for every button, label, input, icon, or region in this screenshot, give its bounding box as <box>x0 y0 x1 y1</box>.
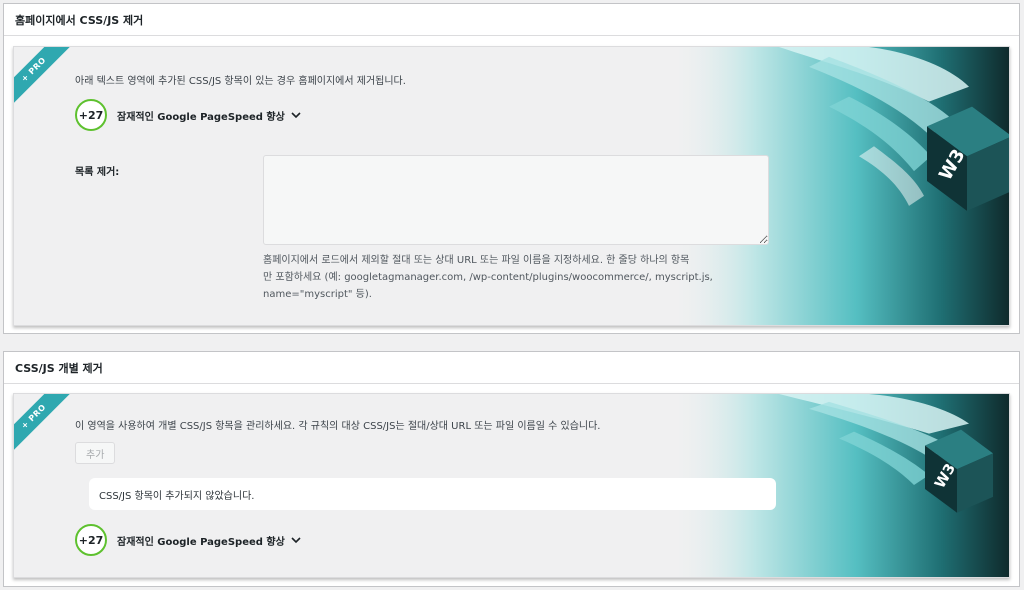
chevron-down-icon <box>291 112 301 119</box>
pro-feature-area: W3 + PRO 이 영역을 사용하여 개별 CSS/JS 항목을 관리하세요.… <box>13 393 1010 578</box>
panel-header: CSS/JS 개별 제거 <box>4 352 1019 384</box>
remove-list-textarea[interactable] <box>263 155 769 245</box>
panel-title: 홈페이지에서 CSS/JS 제거 <box>15 13 144 27</box>
pro-ribbon: + PRO <box>14 47 76 112</box>
help-text-line: 만 포함하세요 (예: googletagmanager.com, /wp-co… <box>263 272 713 283</box>
pro-feature-area: W3 + PRO 아래 텍스트 영역에 추가된 CSS/JS 항목이 있는 경우… <box>13 46 1010 326</box>
panel-header: 홈페이지에서 CSS/JS 제거 <box>4 4 1019 36</box>
remove-list-label: 목록 제거: <box>75 167 120 178</box>
chevron-down-icon <box>291 537 301 544</box>
add-button[interactable]: 추가 <box>75 442 116 464</box>
individual-cssjs-removal-panel: CSS/JS 개별 제거 W3 + PRO 이 영역을 사용하여 개별 CSS/… <box>3 351 1020 587</box>
panel-title: CSS/JS 개별 제거 <box>15 361 103 375</box>
section-description: 이 영역을 사용하여 개별 CSS/JS 항목을 관리하세요. 각 규칙의 대상… <box>75 421 601 432</box>
section-description: 아래 텍스트 영역에 추가된 CSS/JS 항목이 있는 경우 홈페이지에서 제… <box>75 76 406 87</box>
help-text: 홈페이지에서 로드에서 제외할 절대 또는 상대 URL 또는 파일 이름을 지… <box>263 252 763 303</box>
impact-score-badge: +27 <box>75 99 107 131</box>
remove-cssjs-homepage-panel: 홈페이지에서 CSS/JS 제거 W3 + PRO 아래 텍스트 영역에 추가된… <box>3 3 1020 334</box>
pagespeed-impact-toggle[interactable]: +27 잠재적인 Google PageSpeed 향상 <box>75 524 301 556</box>
pro-ribbon: + PRO <box>14 394 76 459</box>
help-text-line: 홈페이지에서 로드에서 제외할 절대 또는 상대 URL 또는 파일 이름을 지… <box>263 255 690 266</box>
pagespeed-impact-toggle[interactable]: +27 잠재적인 Google PageSpeed 향상 <box>75 99 301 131</box>
impact-label: 잠재적인 Google PageSpeed 향상 <box>117 111 285 123</box>
help-text-line: name="myscript" 등). <box>263 289 372 300</box>
empty-items-message: CSS/JS 항목이 추가되지 않았습니다. <box>89 478 776 510</box>
impact-label: 잠재적인 Google PageSpeed 향상 <box>117 536 285 548</box>
impact-score-badge: +27 <box>75 524 107 556</box>
